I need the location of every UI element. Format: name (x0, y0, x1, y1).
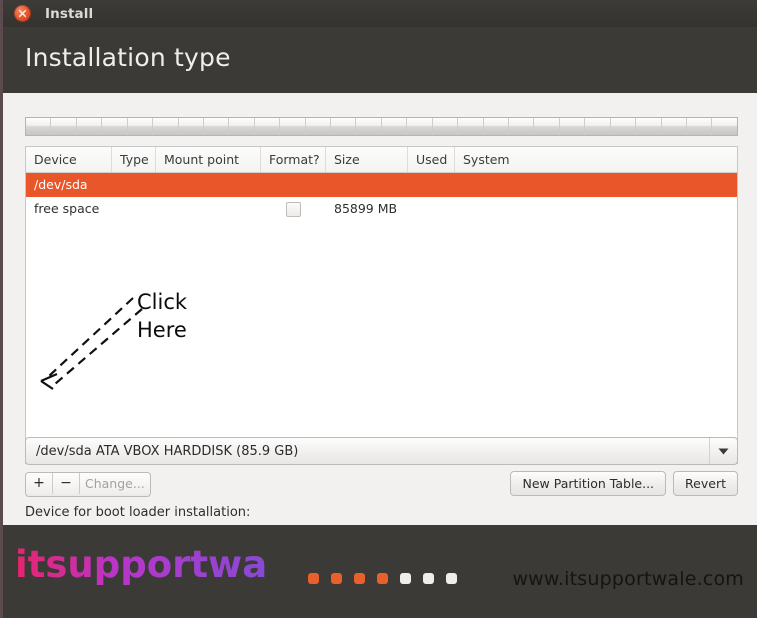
progress-dot (400, 573, 411, 584)
wizard-progress-dots (308, 573, 457, 584)
page-title: Installation type (25, 43, 231, 72)
boot-loader-select[interactable]: /dev/sda ATA VBOX HARDDISK (85.9 GB) (25, 437, 738, 465)
cell-mount-point (156, 197, 261, 221)
cell-size: 85899 MB (334, 201, 398, 216)
table-row[interactable]: /dev/sda (26, 173, 737, 197)
brand-wordmark: itsupportwale (15, 542, 305, 587)
partition-bar-segment (280, 118, 306, 135)
column-header-mount-point[interactable]: Mount point (156, 147, 261, 172)
table-row[interactable]: free space 85899 MB (26, 197, 737, 221)
boot-loader-selected-value: /dev/sda ATA VBOX HARDDISK (85.9 GB) (36, 443, 299, 459)
cell-device: /dev/sda (34, 177, 88, 192)
partition-bar-segment (433, 118, 459, 135)
partition-bar-segment (102, 118, 128, 135)
partition-bar-segment (509, 118, 535, 135)
partition-bar-segment (229, 118, 255, 135)
remove-partition-button[interactable]: − (53, 473, 80, 494)
partition-bar-segment (382, 118, 408, 135)
cell-system (455, 173, 737, 197)
close-icon[interactable] (14, 5, 31, 22)
partition-bar-segment (179, 118, 204, 135)
partition-bar-segment (407, 118, 433, 135)
change-partition-button[interactable]: Change... (80, 473, 150, 494)
column-header-format[interactable]: Format? (261, 147, 326, 172)
chevron-down-glyph (718, 448, 729, 454)
partition-table-header: Device Type Mount point Format? Size Use… (26, 147, 737, 173)
cell-used (408, 173, 455, 197)
progress-dot (446, 573, 457, 584)
column-header-system[interactable]: System (455, 147, 737, 172)
partition-bar-segment (331, 118, 357, 135)
column-header-size[interactable]: Size (326, 147, 408, 172)
progress-dot (308, 573, 319, 584)
brand-wordmark-text: itsupportwale (15, 543, 265, 586)
install-window: Install Installation type Device Type Mo… (0, 0, 757, 618)
cell-device: free space (34, 201, 100, 216)
site-url-text: www.itsupportwale.com (512, 568, 744, 590)
column-header-used[interactable]: Used (408, 147, 455, 172)
partition-bar-segment (356, 118, 382, 135)
column-header-type[interactable]: Type (112, 147, 156, 172)
partition-bar-segment (26, 118, 52, 135)
partition-bar-segment (204, 118, 230, 135)
new-partition-table-button[interactable]: New Partition Table... (510, 471, 667, 496)
partition-bar-segment (484, 118, 510, 135)
partition-bar-segment (255, 118, 281, 135)
window-titlebar: Install (3, 0, 757, 27)
partition-bar-segment (534, 118, 560, 135)
cell-format (261, 173, 326, 197)
partition-table: Device Type Mount point Format? Size Use… (25, 146, 738, 464)
partition-usage-bar[interactable] (25, 117, 738, 136)
progress-dot (377, 573, 388, 584)
progress-dot (423, 573, 434, 584)
partition-bar-segment (560, 118, 586, 135)
partition-bar-segment (712, 118, 736, 135)
page-header-band: Installation type (3, 27, 757, 93)
partition-toolbar: + − Change... (25, 472, 151, 497)
partition-bar-segment (662, 118, 687, 135)
format-checkbox[interactable] (286, 202, 301, 217)
partition-bar-segment (51, 118, 77, 135)
progress-dot (331, 573, 342, 584)
installer-content: Device Type Mount point Format? Size Use… (3, 93, 757, 618)
partition-button-group: + − Change... (25, 472, 151, 497)
partition-bar-segment (585, 118, 611, 135)
cell-type (112, 197, 156, 221)
partition-bar-segment (687, 118, 713, 135)
cell-mount-point (156, 173, 261, 197)
brand-wordmark-icon: itsupportwale (15, 543, 305, 586)
footer-band: itsupportwale www.itsupportwale.com (3, 525, 757, 618)
partition-bar-segment (306, 118, 332, 135)
chevron-down-icon[interactable] (709, 438, 737, 464)
partition-actions: New Partition Table... Revert (510, 471, 738, 496)
column-header-device[interactable]: Device (26, 147, 112, 172)
partition-bar-segment (611, 118, 637, 135)
partition-bar-segment (153, 118, 179, 135)
cell-used (408, 197, 455, 221)
boot-loader-label: Device for boot loader installation: (25, 505, 251, 520)
revert-button[interactable]: Revert (673, 471, 738, 496)
add-partition-button[interactable]: + (26, 473, 53, 494)
partition-bar-segment (458, 118, 484, 135)
partition-bar-segment (128, 118, 154, 135)
cell-size (326, 173, 408, 197)
cell-format (261, 197, 326, 221)
cell-system (455, 197, 737, 221)
window-title: Install (45, 5, 94, 22)
close-glyph (18, 9, 27, 18)
progress-dot (354, 573, 365, 584)
cell-type (112, 173, 156, 197)
partition-bar-segment (77, 118, 103, 135)
partition-bar-segment (636, 118, 662, 135)
